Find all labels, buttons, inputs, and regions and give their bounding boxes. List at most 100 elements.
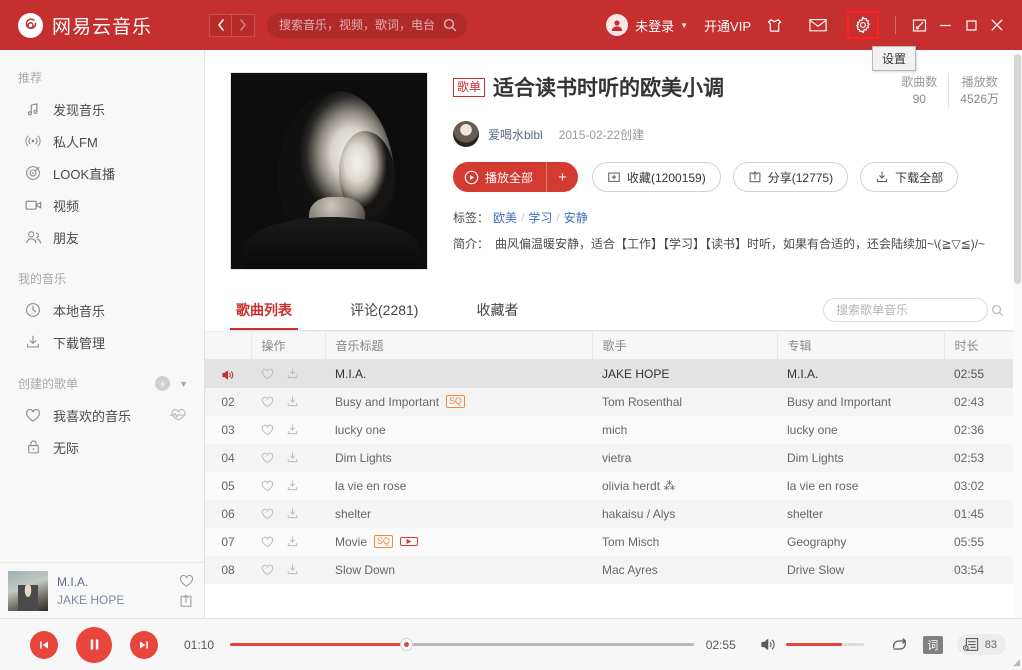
play-all-main[interactable]: 播放全部 bbox=[453, 162, 546, 192]
plus-circle-icon[interactable]: + bbox=[155, 376, 170, 391]
row-artist[interactable]: olivia herdt ⁂ bbox=[592, 472, 777, 500]
heart-icon[interactable] bbox=[261, 424, 274, 436]
row-artist[interactable]: Mac Ayres bbox=[592, 556, 777, 584]
main-scrollbar[interactable] bbox=[1013, 50, 1022, 618]
mv-badge[interactable] bbox=[400, 537, 418, 546]
tag-link-3[interactable]: 安静 bbox=[564, 209, 588, 226]
heart-icon[interactable] bbox=[261, 564, 274, 576]
mail-icon[interactable] bbox=[809, 18, 827, 32]
playlist-cover[interactable] bbox=[230, 72, 428, 270]
row-title[interactable]: lucky one bbox=[325, 416, 592, 444]
download-icon[interactable] bbox=[286, 507, 299, 520]
sidebar-item-wuji[interactable]: 无际 bbox=[0, 431, 204, 463]
close-button[interactable] bbox=[984, 12, 1010, 38]
table-row[interactable]: 06shelterhakaisu / Alysshelter01:45 bbox=[205, 500, 1022, 528]
user-menu[interactable]: 未登录 ▼ bbox=[606, 14, 688, 36]
playlist-queue-button[interactable]: 83 bbox=[957, 634, 1006, 655]
collect-button[interactable]: 收藏(1200159) bbox=[592, 162, 721, 192]
row-artist[interactable]: mich bbox=[592, 416, 777, 444]
tag-link-1[interactable]: 欧美 bbox=[493, 209, 517, 226]
sidebar-item-personal-fm[interactable]: 私人FM bbox=[0, 125, 204, 157]
row-album[interactable]: lucky one bbox=[777, 416, 944, 444]
row-title[interactable]: Slow Down bbox=[325, 556, 592, 584]
minimize-button[interactable] bbox=[932, 12, 958, 38]
heart-icon[interactable] bbox=[261, 452, 274, 464]
search-input[interactable] bbox=[279, 18, 443, 32]
author-avatar[interactable] bbox=[453, 121, 479, 147]
tag-link-2[interactable]: 学习 bbox=[528, 209, 552, 226]
row-artist[interactable]: Tom Misch bbox=[592, 528, 777, 556]
download-icon[interactable] bbox=[286, 451, 299, 464]
heart-icon[interactable] bbox=[261, 508, 274, 520]
row-title[interactable]: Dim Lights bbox=[325, 444, 592, 472]
brand[interactable]: 网易云音乐 bbox=[18, 12, 193, 39]
tab-comments[interactable]: 评论(2281) bbox=[344, 300, 424, 329]
play-pause-button[interactable] bbox=[76, 627, 112, 663]
lyrics-button[interactable]: 词 bbox=[923, 636, 943, 654]
heart-icon[interactable] bbox=[261, 368, 274, 380]
scrollbar-thumb[interactable] bbox=[1014, 54, 1021, 284]
row-album[interactable]: shelter bbox=[777, 500, 944, 528]
row-album[interactable]: Drive Slow bbox=[777, 556, 944, 584]
progress-bar[interactable] bbox=[230, 638, 694, 652]
table-row[interactable]: 02Busy and ImportantSQTom RosenthalBusy … bbox=[205, 388, 1022, 416]
share-button[interactable]: 分享(12775) bbox=[733, 162, 848, 192]
table-row[interactable]: 08Slow DownMac AyresDrive Slow03:54 bbox=[205, 556, 1022, 584]
forward-arrow-icon[interactable] bbox=[232, 14, 255, 37]
share-icon[interactable] bbox=[179, 594, 194, 608]
row-artist[interactable]: hakaisu / Alys bbox=[592, 500, 777, 528]
sidebar-item-look-live[interactable]: LOOK直播 bbox=[0, 157, 204, 189]
row-album[interactable]: Busy and Important bbox=[777, 388, 944, 416]
sidebar-item-friends[interactable]: 朋友 bbox=[0, 221, 204, 253]
download-icon[interactable] bbox=[286, 423, 299, 436]
row-album[interactable]: Geography bbox=[777, 528, 944, 556]
table-row[interactable]: M.I.A.JAKE HOPEM.I.A.02:55 bbox=[205, 360, 1022, 388]
sidebar-item-video[interactable]: 视频 bbox=[0, 189, 204, 221]
row-title[interactable]: MovieSQ bbox=[325, 528, 592, 556]
heart-icon[interactable] bbox=[261, 480, 274, 492]
row-title[interactable]: Busy and ImportantSQ bbox=[325, 388, 592, 416]
global-search[interactable] bbox=[267, 13, 467, 38]
add-to-playlist-button[interactable]: + bbox=[546, 162, 578, 192]
heart-icon[interactable] bbox=[261, 396, 274, 408]
tab-subscribers[interactable]: 收藏者 bbox=[470, 300, 524, 329]
row-artist[interactable]: JAKE HOPE bbox=[592, 360, 777, 388]
table-row[interactable]: 05la vie en roseolivia herdt ⁂la vie en … bbox=[205, 472, 1022, 500]
row-album[interactable]: Dim Lights bbox=[777, 444, 944, 472]
download-icon[interactable] bbox=[286, 563, 299, 576]
now-playing-panel[interactable]: M.I.A. JAKE HOPE bbox=[0, 562, 204, 618]
play-all-button[interactable]: 播放全部 + bbox=[453, 162, 578, 192]
download-icon[interactable] bbox=[286, 367, 299, 380]
row-title[interactable]: la vie en rose bbox=[325, 472, 592, 500]
resize-handle[interactable]: ◢ bbox=[1013, 657, 1020, 668]
sidebar-item-discover[interactable]: 发现音乐 bbox=[0, 93, 204, 125]
row-artist[interactable]: vietra bbox=[592, 444, 777, 472]
repeat-icon[interactable] bbox=[890, 637, 909, 653]
maximize-button[interactable] bbox=[958, 12, 984, 38]
skin-icon[interactable] bbox=[906, 12, 932, 38]
download-all-button[interactable]: 下载全部 bbox=[860, 162, 958, 192]
sidebar-item-favorite-music[interactable]: 我喜欢的音乐 bbox=[0, 399, 204, 431]
heart-icon[interactable] bbox=[179, 574, 194, 588]
previous-button[interactable] bbox=[30, 631, 58, 659]
row-album[interactable]: la vie en rose bbox=[777, 472, 944, 500]
progress-knob[interactable] bbox=[400, 638, 413, 651]
volume-control[interactable] bbox=[760, 637, 864, 652]
back-arrow-icon[interactable] bbox=[209, 14, 232, 37]
next-button[interactable] bbox=[130, 631, 158, 659]
row-album[interactable]: M.I.A. bbox=[777, 360, 944, 388]
table-row[interactable]: 03lucky onemichlucky one02:36 bbox=[205, 416, 1022, 444]
download-icon[interactable] bbox=[286, 479, 299, 492]
playlist-search[interactable] bbox=[823, 298, 988, 322]
table-row[interactable]: 07MovieSQTom MischGeography05:55 bbox=[205, 528, 1022, 556]
volume-icon[interactable] bbox=[760, 637, 777, 652]
settings-button-highlight[interactable] bbox=[847, 11, 879, 39]
row-artist[interactable]: Tom Rosenthal bbox=[592, 388, 777, 416]
download-icon[interactable] bbox=[286, 395, 299, 408]
sidebar-item-local-music[interactable]: 本地音乐 bbox=[0, 294, 204, 326]
vip-button[interactable]: 开通VIP bbox=[704, 16, 751, 35]
heart-wave-icon[interactable] bbox=[169, 409, 188, 422]
row-title[interactable]: M.I.A. bbox=[325, 360, 592, 388]
row-title[interactable]: shelter bbox=[325, 500, 592, 528]
sidebar-item-download-manager[interactable]: 下载管理 bbox=[0, 326, 204, 358]
